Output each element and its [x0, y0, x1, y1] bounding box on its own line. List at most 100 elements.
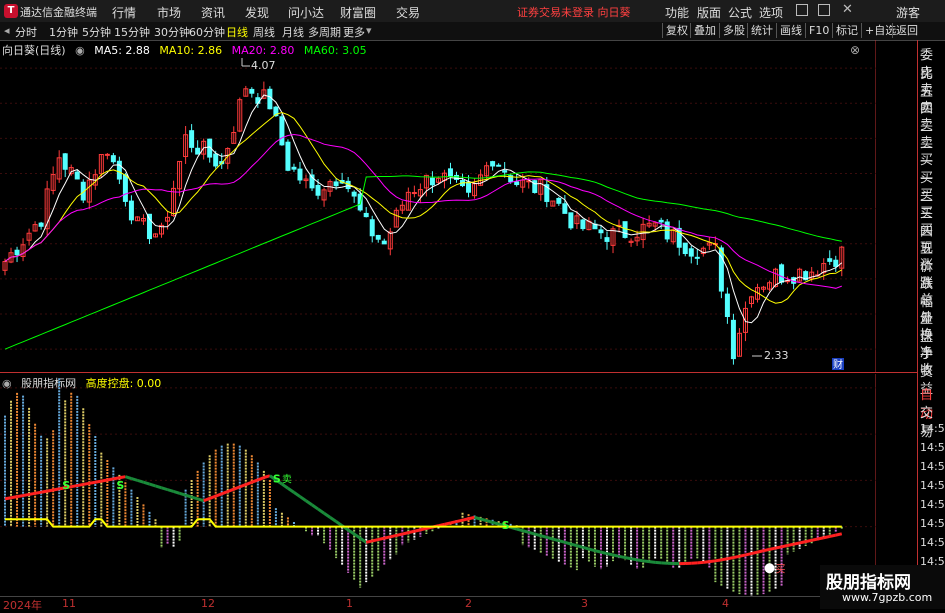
candle-body [599, 230, 603, 233]
trend-line-segment [149, 484, 155, 486]
trade-time: 14:56 [920, 441, 945, 454]
period-fenshi[interactable]: 分时 [15, 24, 37, 40]
candlestick-chart[interactable]: 4.07 2.33 财 4.003.803.603.403.203.002.80… [0, 40, 876, 372]
trend-line-segment [595, 551, 601, 552]
candle-body [123, 175, 127, 202]
period-collapse-icon[interactable]: ◂ [4, 24, 10, 37]
period-daily[interactable]: 日线 [226, 24, 248, 40]
pane-divider[interactable] [0, 372, 918, 373]
trend-line-segment [463, 519, 469, 520]
trend-line-segment [709, 561, 715, 562]
trend-line-segment [493, 522, 499, 524]
huaxian-button[interactable]: 画线 [776, 23, 802, 38]
menu-item-gongneng[interactable]: 功能 [665, 4, 689, 21]
tongji-button[interactable]: 统计 [747, 23, 773, 38]
trend-line-segment [457, 520, 463, 521]
period-5min[interactable]: 5分钟 [82, 24, 111, 40]
candle-body [286, 142, 290, 170]
cai-badge[interactable]: 财 [833, 358, 843, 371]
minimize-icon[interactable] [796, 4, 808, 16]
candle-body [412, 193, 416, 194]
trend-line-segment [559, 541, 565, 543]
trade-time: 14:56 [920, 460, 945, 473]
fanhui-button[interactable]: 返回 [892, 23, 918, 38]
app-title: 通达信金融终端 [20, 4, 97, 20]
restore-icon[interactable] [818, 4, 830, 16]
trend-line-segment [336, 522, 342, 526]
menu-item-xuanxiang[interactable]: 选项 [759, 4, 783, 21]
trend-line-segment [643, 561, 649, 562]
trend-line-segment [35, 492, 41, 493]
menu-item-hangqing[interactable]: 行情 [112, 4, 136, 21]
trend-line-segment [11, 497, 17, 498]
trend-line-segment [788, 544, 794, 545]
period-monthly[interactable]: 月线 [282, 24, 304, 40]
trend-line-segment [180, 493, 186, 495]
trend-line-segment [156, 486, 162, 488]
trend-line-segment [782, 545, 788, 546]
candle-body [370, 220, 374, 236]
period-1min[interactable]: 1分钟 [49, 24, 78, 40]
low-label: 2.33 [764, 349, 789, 362]
menu-item-gongshi[interactable]: 公式 [728, 4, 752, 21]
trend-line-segment [619, 556, 625, 557]
candle-body [250, 89, 254, 93]
add-watchlist-button[interactable]: +自选 [861, 23, 896, 38]
trend-line-segment [89, 482, 95, 483]
x-label-mar: 3 [581, 597, 588, 610]
quote-panel-border [917, 40, 918, 609]
candle-body [659, 220, 663, 222]
close-icon[interactable]: ✕ [842, 2, 853, 17]
candle-body [467, 182, 471, 192]
fuquan-button[interactable]: 复权 [662, 23, 688, 38]
trend-line-segment [131, 479, 137, 481]
trend-line-segment [727, 558, 733, 559]
candle-body [605, 238, 609, 242]
indicator-chart[interactable]: SSSS卖买 15.0010.005.000.00 [0, 374, 876, 596]
trend-line-segment [444, 523, 450, 524]
trend-line-segment [655, 562, 661, 563]
period-weekly[interactable]: 周线 [253, 24, 275, 40]
trend-line-segment [41, 491, 47, 492]
f10-button[interactable]: F10 [805, 23, 829, 38]
menu-item-zixun[interactable]: 资讯 [201, 4, 225, 21]
x-label-nov: 11 [62, 597, 76, 610]
trend-line-segment [143, 482, 149, 484]
trend-line-segment [745, 554, 751, 555]
menu-item-jiaoyi[interactable]: 交易 [396, 4, 420, 21]
trend-line-segment [402, 533, 408, 534]
period-60min[interactable]: 60分钟 [189, 24, 225, 40]
biaoji-button[interactable]: 标记 [832, 23, 858, 38]
trend-line-segment [589, 549, 595, 551]
trend-line-segment [390, 535, 396, 536]
menu-item-banmian[interactable]: 版面 [697, 4, 721, 21]
trend-line-segment [818, 538, 824, 539]
candle-body [117, 161, 121, 179]
trend-line-segment [758, 551, 764, 552]
trend-line-segment [414, 530, 420, 531]
duogu-button[interactable]: 多股 [719, 23, 745, 38]
candle-body [364, 213, 368, 216]
trend-line-segment [824, 536, 830, 537]
candle-body [147, 214, 151, 238]
trend-line-segment [487, 521, 493, 523]
more-dropdown-icon[interactable]: ▾ [366, 24, 372, 37]
candle-body [39, 223, 43, 226]
diejia-button[interactable]: 叠加 [690, 23, 716, 38]
menu-item-caifuquan[interactable]: 财富圈 [340, 4, 376, 21]
period-multi[interactable]: 多周期 [308, 24, 341, 40]
period-more[interactable]: 更多 [343, 24, 365, 40]
period-15min[interactable]: 15分钟 [114, 24, 150, 40]
candle-body [129, 201, 133, 220]
trend-line-segment [264, 476, 270, 478]
period-30min[interactable]: 30分钟 [154, 24, 190, 40]
candle-body [695, 257, 699, 258]
trend-line-segment [186, 495, 192, 497]
trade-time: 14:56 [920, 498, 945, 511]
menu-item-wenxiaoda[interactable]: 问小达 [288, 4, 324, 21]
guest-label[interactable]: 游客 [896, 4, 920, 21]
trend-line-segment [715, 560, 721, 561]
candle-body [298, 169, 302, 180]
menu-item-faxian[interactable]: 发现 [245, 4, 269, 21]
menu-item-shichang[interactable]: 市场 [157, 4, 181, 21]
